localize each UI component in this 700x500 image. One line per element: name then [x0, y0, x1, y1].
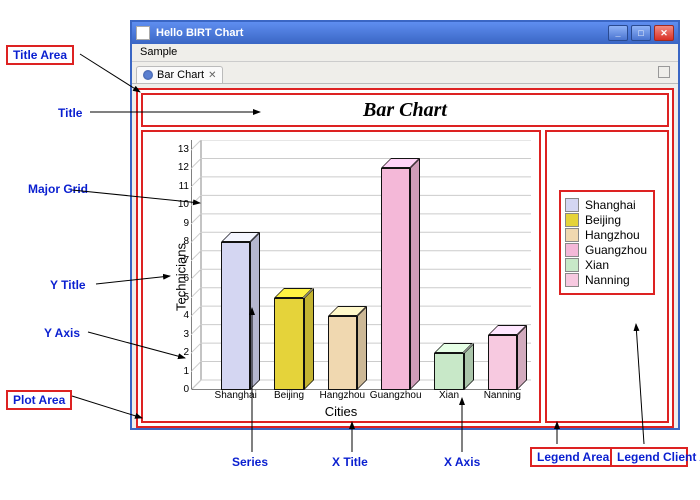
legend-item: Xian [565, 258, 649, 272]
anno-x-axis: X Axis [444, 455, 480, 469]
minimize-button[interactable]: _ [608, 25, 628, 41]
x-tick-label: Shanghai [215, 390, 257, 401]
legend-swatch [565, 198, 579, 212]
window-titlebar[interactable]: Hello BIRT Chart _ □ ✕ [132, 22, 678, 44]
close-button[interactable]: ✕ [654, 25, 674, 41]
anno-plot-area: Plot Area [6, 390, 72, 410]
y-tick-label: 12 [175, 162, 189, 173]
legend-swatch [565, 228, 579, 242]
bar-shanghai [221, 232, 260, 390]
maximize-button[interactable]: □ [631, 25, 651, 41]
legend-item: Beijing [565, 213, 649, 227]
legend-swatch [565, 273, 579, 287]
anno-title: Title [58, 106, 82, 120]
tab-label: Bar Chart [157, 69, 204, 81]
x-tick-label: Guangzhou [370, 390, 422, 401]
bar-hangzhou [328, 306, 367, 390]
y-tick-label: 5 [175, 292, 189, 303]
x-tick-label: Nanning [484, 390, 521, 401]
anno-y-axis: Y Axis [44, 326, 80, 340]
x-tick-label: Beijing [274, 390, 304, 401]
anno-series: Series [232, 455, 268, 469]
tab-bar: Bar Chart ✕ [132, 62, 678, 84]
window-title: Hello BIRT Chart [156, 27, 243, 39]
chart-legend-area: ShanghaiBeijingHangzhouGuangzhouXianNann… [545, 130, 669, 423]
legend-item: Hangzhou [565, 228, 649, 242]
y-tick-label: 7 [175, 255, 189, 266]
legend-label: Nanning [585, 273, 630, 287]
y-tick-label: 6 [175, 273, 189, 284]
legend-label: Guangzhou [585, 243, 647, 257]
x-tick-label: Xian [439, 390, 459, 401]
menu-bar: Sample [132, 44, 678, 62]
x-tick-label: Hangzhou [320, 390, 366, 401]
legend-label: Hangzhou [585, 228, 640, 242]
anno-title-area: Title Area [6, 45, 74, 65]
chart-title-area: Bar Chart [141, 93, 669, 127]
legend-label: Xian [585, 258, 609, 272]
chart-plot-area: Technicians 012345678910111213 ShanghaiB… [141, 130, 541, 423]
y-tick-label: 11 [175, 181, 189, 192]
plot-inner [191, 140, 531, 390]
y-tick-label: 13 [175, 144, 189, 155]
legend-item: Shanghai [565, 198, 649, 212]
y-tick-label: 1 [175, 366, 189, 377]
bar-xian [434, 343, 473, 390]
anno-major-grid: Major Grid [28, 182, 88, 196]
legend-label: Shanghai [585, 198, 636, 212]
bar-beijing [274, 288, 313, 390]
app-window: Hello BIRT Chart _ □ ✕ Sample Bar Chart … [130, 20, 680, 430]
anno-legend-area: Legend Area [530, 447, 616, 467]
x-axis-title: Cities [143, 404, 539, 419]
y-tick-label: 10 [175, 199, 189, 210]
chart-title: Bar Chart [363, 99, 447, 122]
chart-container: Bar Chart Technicians 012345678910111213… [136, 88, 674, 428]
y-tick-label: 3 [175, 329, 189, 340]
bar-nanning [488, 325, 527, 390]
y-tick-label: 4 [175, 310, 189, 321]
legend-swatch [565, 258, 579, 272]
menu-sample[interactable]: Sample [140, 46, 177, 58]
y-tick-label: 9 [175, 218, 189, 229]
anno-legend-client-area: Legend Client Area [610, 447, 688, 467]
y-tick-label: 0 [175, 384, 189, 395]
tab-close-icon[interactable]: ✕ [208, 70, 216, 81]
tab-icon [143, 70, 153, 80]
y-tick-label: 2 [175, 347, 189, 358]
legend-label: Beijing [585, 213, 621, 227]
legend-item: Nanning [565, 273, 649, 287]
legend-swatch [565, 213, 579, 227]
view-collapse-icon[interactable] [658, 66, 670, 78]
bar-guangzhou [381, 158, 420, 390]
app-icon [136, 26, 150, 40]
legend-item: Guangzhou [565, 243, 649, 257]
legend-swatch [565, 243, 579, 257]
y-tick-label: 8 [175, 236, 189, 247]
chart-legend-client-area: ShanghaiBeijingHangzhouGuangzhouXianNann… [559, 190, 655, 295]
tab-bar-chart[interactable]: Bar Chart ✕ [136, 66, 223, 83]
anno-y-title: Y Title [50, 278, 86, 292]
anno-x-title: X Title [332, 455, 368, 469]
